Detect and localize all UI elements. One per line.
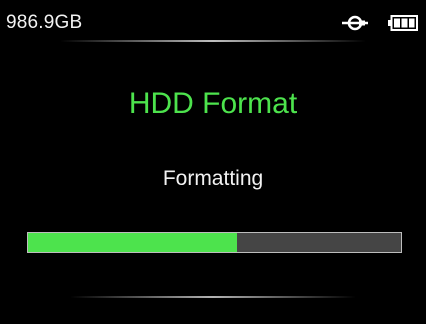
- battery-full-icon: [388, 15, 418, 31]
- device-screen: 986.9GB HDD Format Formatting: [0, 0, 426, 324]
- format-progress-bar: [27, 232, 402, 253]
- format-progress-fill: [28, 233, 237, 252]
- bottom-divider: [70, 296, 356, 298]
- status-text: Formatting: [162, 167, 264, 190]
- dialog-title: HDD Format: [128, 87, 298, 120]
- usb-connected-icon: [342, 15, 368, 31]
- capacity-label: 986.9GB: [6, 12, 83, 33]
- top-divider: [60, 40, 366, 42]
